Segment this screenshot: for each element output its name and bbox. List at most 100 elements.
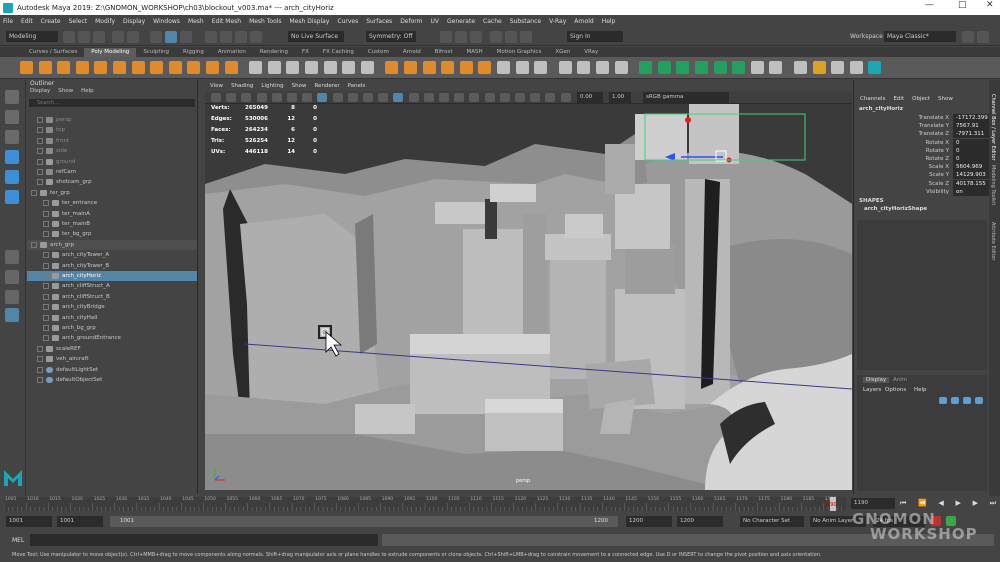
colorspace-dropdown[interactable]: sRGB gamma: [643, 92, 729, 103]
outliner-item[interactable]: arch_groundEntrance: [27, 333, 197, 343]
shelf-tab-fx-caching[interactable]: FX Caching: [316, 48, 361, 57]
uv-cut-icon[interactable]: [750, 61, 764, 74]
expand-toggle-icon[interactable]: [43, 314, 49, 321]
shelf-tab-motion-graphics[interactable]: Motion Graphics: [490, 48, 549, 57]
step-forward-icon[interactable]: ▶: [973, 499, 978, 509]
outliner-item[interactable]: arch_cityHoriz: [27, 271, 197, 282]
outliner-item[interactable]: shotcam_grp: [27, 177, 197, 187]
custom-t-icon[interactable]: [831, 61, 845, 74]
outliner-menu-show[interactable]: Show: [58, 88, 73, 98]
side-tab-modeling-toolkit[interactable]: Modeling Toolkit: [990, 165, 996, 205]
sweep-mesh-icon[interactable]: [187, 61, 201, 74]
menu-select[interactable]: Select: [69, 18, 88, 25]
outliner-item[interactable]: ter_mainA: [27, 209, 197, 219]
viewport-tool-16-icon[interactable]: [439, 93, 449, 102]
undo-icon[interactable]: [112, 31, 124, 43]
render-view-icon[interactable]: [505, 31, 517, 43]
viewport-tool-8-icon[interactable]: [317, 93, 328, 102]
expand-toggle-icon[interactable]: [43, 252, 49, 259]
combine-verts-icon[interactable]: [478, 61, 492, 74]
shelf-tab-custom[interactable]: Custom: [361, 48, 396, 57]
viewport-menu-show[interactable]: Show: [292, 83, 307, 89]
time-slider[interactable]: 1005 1010 1015 1020 1025 1030 1035 1040 1045 1050…: [0, 496, 1000, 514]
expand-toggle-icon[interactable]: [37, 377, 43, 383]
menu-substance[interactable]: Substance: [510, 18, 541, 25]
channel-attribute-value[interactable]: 5604.969: [953, 163, 990, 172]
viewport-tool-1-icon[interactable]: [211, 93, 221, 102]
minimize-button[interactable]: —: [925, 0, 934, 10]
animation-start-field[interactable]: 1001: [6, 516, 52, 527]
scale-tool-icon[interactable]: [5, 190, 19, 204]
uv-editor-icon[interactable]: [695, 61, 708, 74]
select-hierarchy-icon[interactable]: [150, 31, 162, 43]
smooth-icon[interactable]: [286, 61, 300, 74]
shelf-tab-vray[interactable]: VRay: [577, 48, 605, 57]
snap-grid-icon[interactable]: [205, 31, 217, 43]
outliner-item[interactable]: veh_aircraft: [27, 354, 197, 364]
uv-camera-icon[interactable]: [676, 61, 690, 74]
expand-toggle-icon[interactable]: [37, 169, 43, 175]
viewport-tool-14-icon[interactable]: [408, 93, 419, 102]
viewport-panel[interactable]: View Shading Lighting Show Renderer Panels 0.…: [205, 80, 852, 490]
bevel-icon[interactable]: [422, 61, 436, 74]
shelf-tab-arnold[interactable]: Arnold: [396, 48, 428, 57]
expand-toggle-icon[interactable]: [37, 179, 43, 186]
snap-curve-icon[interactable]: [220, 31, 232, 43]
viewport-tool-9-icon[interactable]: [332, 93, 343, 102]
scene-view[interactable]: [205, 104, 852, 490]
shelf-tab-poly-modeling[interactable]: Poly Modeling: [84, 48, 137, 57]
viewport-menu-lighting[interactable]: Lighting: [261, 83, 283, 89]
channel-attribute[interactable]: Visibility on: [854, 187, 990, 196]
persp-outliner-icon[interactable]: [5, 290, 19, 304]
outliner-item[interactable]: arch_cliffStruct_B: [27, 292, 197, 302]
channel-attribute[interactable]: Scale X 5604.969: [854, 163, 990, 172]
viewport-tool-4-icon[interactable]: [256, 93, 267, 102]
uv-planar-icon[interactable]: [639, 61, 653, 74]
current-frame-field[interactable]: 1190: [851, 498, 895, 509]
multicut-icon[interactable]: [558, 61, 572, 74]
menu-mesh-display[interactable]: Mesh Display: [290, 18, 330, 25]
channel-box-menu-show[interactable]: Show: [938, 96, 953, 102]
menu-edit[interactable]: Edit: [21, 18, 33, 25]
poly-cube-icon[interactable]: [38, 61, 52, 74]
offset-loop-icon[interactable]: [614, 61, 628, 74]
shelf-tab-bifrost[interactable]: Bifrost: [428, 48, 460, 57]
expand-toggle-icon[interactable]: [37, 158, 43, 165]
outliner-item[interactable]: defaultLightSet: [27, 365, 197, 375]
single-view-icon[interactable]: [5, 250, 19, 264]
symmetry-dropdown[interactable]: Symmetry: Off: [366, 31, 416, 42]
channel-attribute-value[interactable]: 0: [953, 138, 990, 147]
menu-generate[interactable]: Generate: [447, 18, 475, 25]
shelf-tab-rendering[interactable]: Rendering: [253, 48, 295, 57]
outliner-item[interactable]: ter_bg_grp: [27, 229, 197, 239]
channel-box-menu-channels[interactable]: Channels: [860, 96, 885, 102]
poly-plane-icon[interactable]: [113, 61, 126, 74]
menu-surfaces[interactable]: Surfaces: [366, 18, 392, 25]
paint-icon[interactable]: [794, 61, 807, 74]
channel-attribute[interactable]: Rotate Y 0: [854, 146, 990, 155]
separate-icon[interactable]: [267, 61, 281, 74]
viewport-tool-2-icon[interactable]: [226, 93, 237, 102]
layer-tab-display[interactable]: Display: [863, 377, 890, 383]
menu-uv[interactable]: UV: [431, 18, 440, 25]
viewport-tool-12-icon[interactable]: [378, 93, 389, 102]
select-component-icon[interactable]: [180, 31, 192, 43]
menu-help[interactable]: Help: [602, 18, 616, 25]
close-button[interactable]: ✕: [986, 0, 994, 10]
shelf-tab-mash[interactable]: MASH: [459, 48, 489, 57]
viewport-tool-10-icon[interactable]: [347, 93, 358, 102]
viewport-tool-17-icon[interactable]: [454, 93, 465, 102]
expand-toggle-icon[interactable]: [43, 221, 49, 227]
expand-toggle-icon[interactable]: [43, 210, 49, 217]
hypershade-icon[interactable]: [490, 31, 502, 43]
outliner-item[interactable]: ter_entrance: [27, 198, 197, 208]
outliner-menu-help[interactable]: Help: [81, 88, 94, 98]
viewport-tool-5-icon[interactable]: [271, 93, 282, 102]
layer-menu-options[interactable]: Options: [885, 387, 906, 393]
paint-select-icon[interactable]: [5, 130, 19, 144]
expand-toggle-icon[interactable]: [37, 345, 43, 352]
outliner-item[interactable]: arch_cityHall: [27, 313, 197, 323]
character-set-dropdown[interactable]: No Character Set: [740, 516, 804, 527]
shelf-tab-curves-surfaces[interactable]: Curves / Surfaces: [22, 48, 84, 57]
snap-point-icon[interactable]: [235, 31, 247, 43]
